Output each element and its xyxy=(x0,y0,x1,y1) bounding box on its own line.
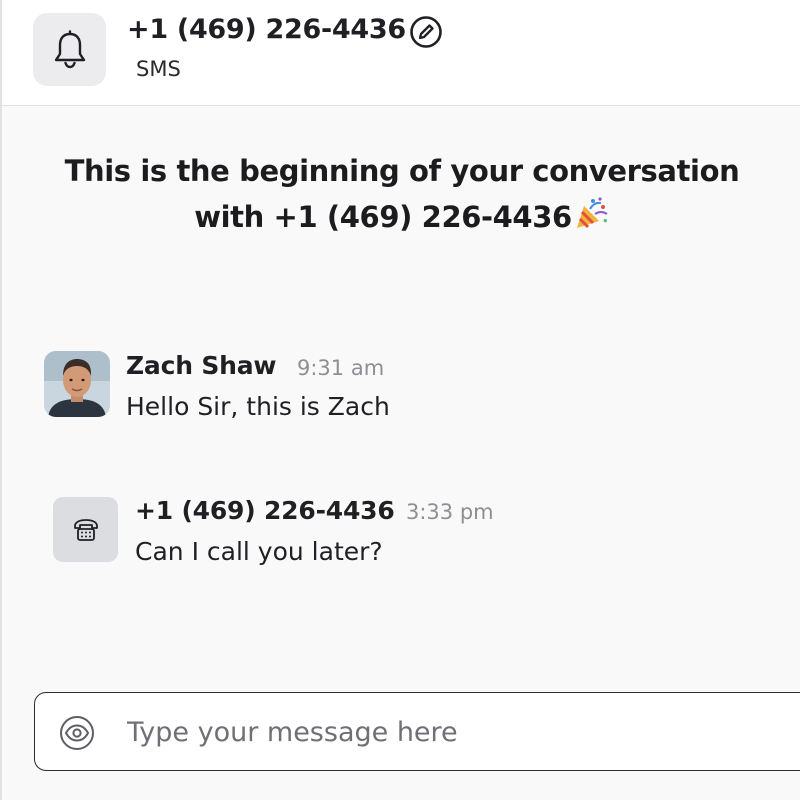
edit-icon xyxy=(410,16,442,48)
message-text: Can I call you later? xyxy=(135,537,383,566)
channel-label: SMS xyxy=(136,57,181,81)
phone-icon xyxy=(73,518,98,541)
eye-icon xyxy=(60,716,94,750)
notifications-button[interactable] xyxy=(33,13,106,86)
conversation-header: +1 (469) 226-4436 SMS xyxy=(2,0,800,106)
visibility-toggle[interactable] xyxy=(59,715,95,751)
intro-line-2: with +1 (469) 226-4436 xyxy=(2,194,800,244)
intro-line-2-text: with +1 (469) 226-4436 xyxy=(194,200,572,234)
contact-title: +1 (469) 226-4436 xyxy=(127,14,406,45)
conversation-intro: This is the beginning of your conversati… xyxy=(2,148,800,244)
message-input[interactable] xyxy=(125,707,769,757)
conversation-panel: +1 (469) 226-4436 SMS This is the beginn… xyxy=(0,0,800,800)
avatar-photo xyxy=(44,351,110,417)
bell-icon xyxy=(54,29,85,68)
message-sender: Zach Shaw xyxy=(126,351,277,380)
avatar[interactable] xyxy=(44,351,110,417)
message-time: 3:33 pm xyxy=(406,500,494,524)
message-sender: +1 (469) 226-4436 xyxy=(135,496,395,525)
message-text: Hello Sir, this is Zach xyxy=(126,392,390,421)
phone-avatar[interactable] xyxy=(53,497,118,562)
message-time: 9:31 am xyxy=(297,356,385,380)
edit-contact-button[interactable] xyxy=(409,15,443,49)
intro-line-1: This is the beginning of your conversati… xyxy=(64,154,740,188)
message-composer xyxy=(34,692,800,771)
party-popper-icon xyxy=(574,195,610,244)
